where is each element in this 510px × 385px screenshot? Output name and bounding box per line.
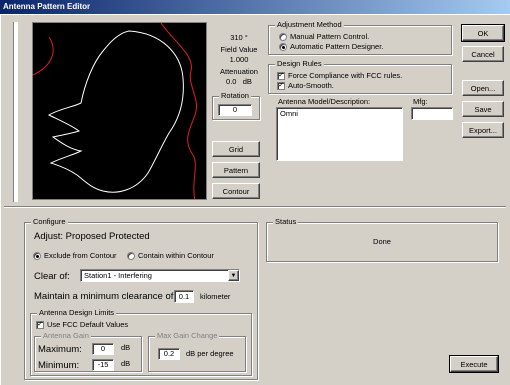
force-fcc-label: Force Compliance with FCC rules. — [288, 71, 403, 80]
cancel-button[interactable]: Cancel — [462, 46, 504, 62]
status-label: Status — [273, 217, 299, 226]
use-fcc-label: Use FCC Default Values — [47, 320, 129, 329]
status-text: Done — [373, 237, 391, 246]
automatic-radio[interactable] — [279, 42, 287, 51]
clearance-unit: kilometer — [200, 292, 231, 301]
automatic-option[interactable]: Automatic Pattern Designer. — [279, 42, 383, 51]
attenuation-value: 0.0 — [226, 77, 237, 86]
dropdown-arrow-icon[interactable]: ▼ — [228, 270, 239, 281]
exclude-option[interactable]: Exclude from Contour — [33, 251, 117, 260]
antenna-model-label: Antenna Model/Description: — [278, 97, 371, 106]
mfg-input[interactable] — [411, 107, 453, 120]
manual-radio[interactable] — [279, 32, 287, 41]
adjustment-method-group: Adjustment Method Manual Pattern Control… — [268, 20, 452, 55]
window-title-bar: Antenna Pattern Editor — [0, 0, 510, 14]
automatic-label: Automatic Pattern Designer. — [290, 42, 384, 51]
clearance-input[interactable]: 0.1 — [174, 290, 194, 303]
maximum-unit: dB — [121, 343, 131, 352]
pattern-plot[interactable] — [32, 22, 207, 200]
field-value-label: Field Value — [220, 45, 258, 54]
azimuth-readout: 310 ° — [230, 33, 248, 42]
exclude-label: Exclude from Contour — [44, 251, 117, 260]
minimum-label: Minimum: — [38, 360, 80, 371]
attenuation-unit: dB — [242, 77, 252, 86]
pattern-button[interactable]: Pattern — [212, 162, 260, 178]
adjustment-method-label: Adjustment Method — [275, 20, 344, 29]
attenuation-readout: 0.0 dB — [214, 77, 264, 86]
force-fcc-checkbox[interactable]: ✓ — [277, 71, 285, 80]
antenna-gain-label: Antenna Gain — [41, 331, 91, 340]
export-button[interactable]: Export... — [462, 122, 504, 138]
clearance-label: Maintain a minimum clearance of: — [34, 291, 177, 302]
execute-button[interactable]: Execute — [449, 355, 499, 373]
auto-smooth-label: Auto-Smooth. — [288, 81, 334, 90]
auto-smooth-checkbox[interactable]: ✓ — [277, 81, 285, 90]
contain-label: Contain within Contour — [138, 251, 214, 260]
mfg-label: Mfg: — [413, 97, 428, 106]
contour-line-left — [33, 36, 54, 76]
configure-label: Configure — [31, 217, 68, 226]
manual-label: Manual Pattern Control. — [290, 32, 370, 41]
design-rules-label: Design Rules — [275, 59, 324, 68]
vertical-slider[interactable] — [13, 22, 18, 202]
pattern-plot-graphic — [33, 23, 197, 199]
exclude-radio[interactable] — [33, 251, 41, 260]
rotation-label: Rotation — [219, 91, 251, 100]
clear-of-select[interactable]: Station1 - Interfering — [80, 269, 240, 282]
maximum-label: Maximum: — [38, 344, 82, 355]
max-gain-change-unit: dB per degree — [186, 349, 234, 358]
ok-button[interactable]: OK — [461, 24, 505, 42]
max-gain-change-input[interactable]: 0.2 — [158, 348, 180, 360]
attenuation-label: Attenuation — [220, 67, 258, 76]
open-button[interactable]: Open... — [462, 80, 504, 96]
rotation-input[interactable]: 0 — [218, 104, 252, 116]
field-value: 1.000 — [229, 55, 249, 64]
contour-line-right — [160, 23, 197, 199]
design-rules-group: Design Rules ✓ Force Compliance with FCC… — [268, 59, 452, 94]
section-divider — [4, 206, 506, 208]
adjust-text: Adjust: Proposed Protected — [34, 231, 150, 242]
grid-button[interactable]: Grid — [212, 141, 260, 157]
use-fcc-option[interactable]: ✓ Use FCC Default Values — [36, 320, 128, 329]
contour-button[interactable]: Contour — [212, 183, 260, 199]
minimum-unit: dB — [121, 359, 131, 368]
save-button[interactable]: Save — [462, 101, 504, 117]
pattern-outline — [47, 30, 184, 193]
max-gain-change-label: Max Gain Change — [155, 331, 220, 340]
contain-option[interactable]: Contain within Contour — [127, 251, 214, 260]
antenna-model-textarea[interactable]: Omni — [276, 107, 403, 161]
minimum-input[interactable]: -15 — [92, 359, 114, 371]
design-limits-label: Antenna Design Limits — [37, 308, 117, 317]
use-fcc-checkbox[interactable]: ✓ — [36, 320, 44, 329]
manual-option[interactable]: Manual Pattern Control. — [279, 32, 369, 41]
auto-smooth-option[interactable]: ✓ Auto-Smooth. — [277, 81, 334, 90]
clear-of-label: Clear of: — [34, 271, 70, 282]
force-fcc-option[interactable]: ✓ Force Compliance with FCC rules. — [277, 71, 402, 80]
clear-of-value: Station1 - Interfering — [84, 271, 152, 280]
maximum-input[interactable]: 0 — [92, 343, 114, 355]
contain-radio[interactable] — [127, 251, 135, 260]
window-title: Antenna Pattern Editor — [3, 2, 91, 11]
